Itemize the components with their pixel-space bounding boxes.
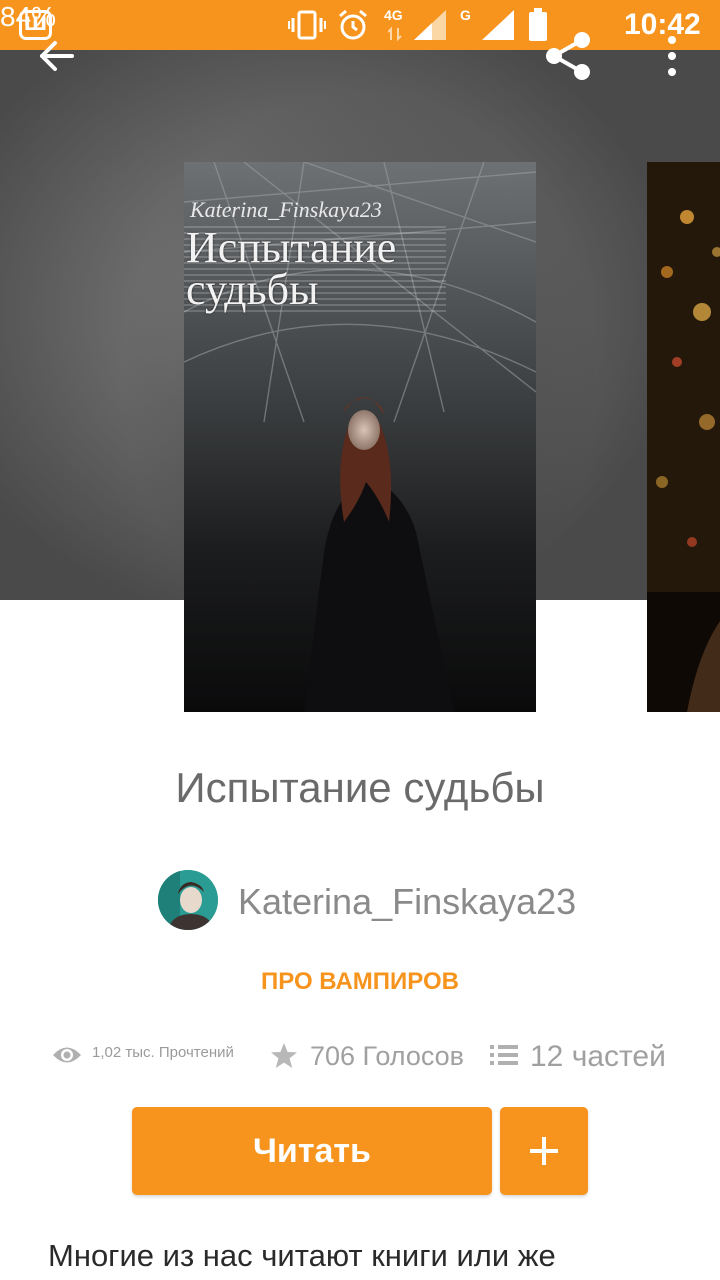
cover-title-line-2: судьбы [186,265,319,314]
data-arrows-icon [388,26,402,42]
next-book-cover[interactable] [647,162,720,712]
share-button[interactable] [540,28,596,84]
cover-title-line-1: Испытание [186,223,397,272]
cover-author-text: Katerina_Finskaya23 [190,197,382,222]
signal-strength-g-icon [482,10,514,40]
author-avatar[interactable] [158,870,218,930]
read-button[interactable]: Читать [132,1107,492,1195]
signal-strength-icon [414,10,446,40]
more-vertical-icon [668,36,676,76]
network-4g-label: 4G [384,7,403,23]
back-button[interactable] [28,28,84,84]
star-icon [271,1043,297,1068]
avatar-image [158,870,218,930]
share-icon [546,32,590,80]
status-bar: Ш 4G G 84% 10:42 [0,0,720,50]
arrow-left-icon [40,41,74,71]
story-description: Многие из нас читают книги или же [48,1238,556,1273]
vibrate-icon [288,10,326,40]
votes-count: 706 Голосов [310,1041,465,1071]
category-tag[interactable]: ПРО ВАМПИРОВ [0,966,720,998]
author-name[interactable]: Katerina_Finskaya23 [238,882,576,922]
parts-count: 12 частей [530,1040,666,1073]
next-cover-artwork [647,162,720,712]
list-icon [490,1045,518,1065]
add-to-library-button[interactable] [500,1107,588,1195]
more-options-button[interactable] [644,28,700,84]
alarm-icon [339,9,367,40]
network-g-label: G [460,7,471,23]
book-cover[interactable]: Katerina_Finskaya23 Испытание судьбы [184,162,536,712]
plus-icon [530,1137,558,1165]
reads-count: 1,02 тыс. Прочтений [92,1044,234,1061]
eye-icon [53,1047,81,1063]
story-stats: 1,02 тыс. Прочтений 706 Голосов 12 часте… [0,1030,720,1082]
story-title: Испытание судьбы [175,764,545,811]
